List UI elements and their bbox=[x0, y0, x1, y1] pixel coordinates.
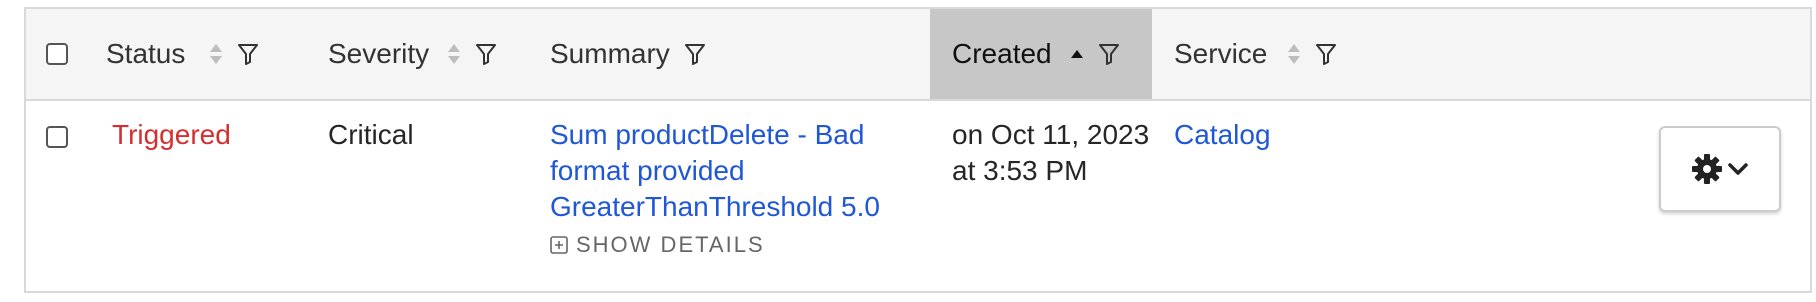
filter-icon[interactable] bbox=[1315, 43, 1337, 65]
filter-icon[interactable] bbox=[1098, 43, 1120, 65]
chevron-down-icon bbox=[1727, 161, 1749, 177]
header-status-label: Status bbox=[106, 38, 186, 69]
summary-line: format provided bbox=[550, 155, 745, 186]
summary-cell: Sum productDelete - Bad format provided … bbox=[550, 117, 910, 263]
status-badge: Triggered bbox=[112, 119, 231, 150]
row-checkbox[interactable] bbox=[46, 126, 68, 148]
select-all-checkbox[interactable] bbox=[46, 43, 68, 65]
header-severity-label: Severity bbox=[328, 38, 430, 69]
summary-line: GreaterThanThreshold 5.0 bbox=[550, 191, 880, 222]
sort-ascending-icon[interactable] bbox=[1070, 48, 1084, 60]
header-status[interactable]: Status bbox=[106, 9, 306, 99]
filter-icon[interactable] bbox=[475, 43, 497, 65]
header-summary-label: Summary bbox=[550, 38, 670, 69]
actions-menu-button[interactable] bbox=[1659, 126, 1781, 212]
sort-updown-icon[interactable] bbox=[447, 42, 461, 66]
show-details-toggle[interactable]: SHOW DETAILS bbox=[550, 227, 910, 263]
sort-updown-icon[interactable] bbox=[209, 42, 223, 66]
incidents-table: Status Severity Summary Created Service … bbox=[24, 7, 1812, 293]
summary-link[interactable]: Sum productDelete - Bad format provided … bbox=[550, 117, 910, 225]
header-service-label: Service bbox=[1174, 38, 1268, 69]
filter-icon[interactable] bbox=[237, 43, 259, 65]
header-summary[interactable]: Summary bbox=[550, 9, 930, 99]
gear-icon bbox=[1691, 153, 1723, 185]
header-select-cell bbox=[46, 9, 86, 99]
service-link[interactable]: Catalog bbox=[1174, 117, 1271, 153]
plus-square-icon bbox=[550, 236, 568, 254]
header-service[interactable]: Service bbox=[1174, 9, 1414, 99]
summary-line: Sum productDelete - Bad bbox=[550, 119, 865, 150]
table-header: Status Severity Summary Created Service bbox=[26, 9, 1810, 101]
table-row: Triggered Critical Sum productDelete - B… bbox=[26, 101, 1810, 291]
header-created[interactable]: Created bbox=[930, 9, 1152, 99]
show-details-label: SHOW DETAILS bbox=[576, 232, 765, 257]
sort-updown-icon[interactable] bbox=[1287, 42, 1301, 66]
created-date: on Oct 11, 2023 bbox=[952, 119, 1150, 150]
header-created-label: Created bbox=[952, 38, 1052, 69]
created-cell: on Oct 11, 2023 at 3:53 PM bbox=[952, 117, 1149, 189]
header-severity[interactable]: Severity bbox=[328, 9, 548, 99]
created-time: at 3:53 PM bbox=[952, 155, 1088, 186]
severity-value: Critical bbox=[328, 119, 414, 150]
filter-icon[interactable] bbox=[684, 43, 706, 65]
row-select-cell bbox=[46, 126, 68, 148]
